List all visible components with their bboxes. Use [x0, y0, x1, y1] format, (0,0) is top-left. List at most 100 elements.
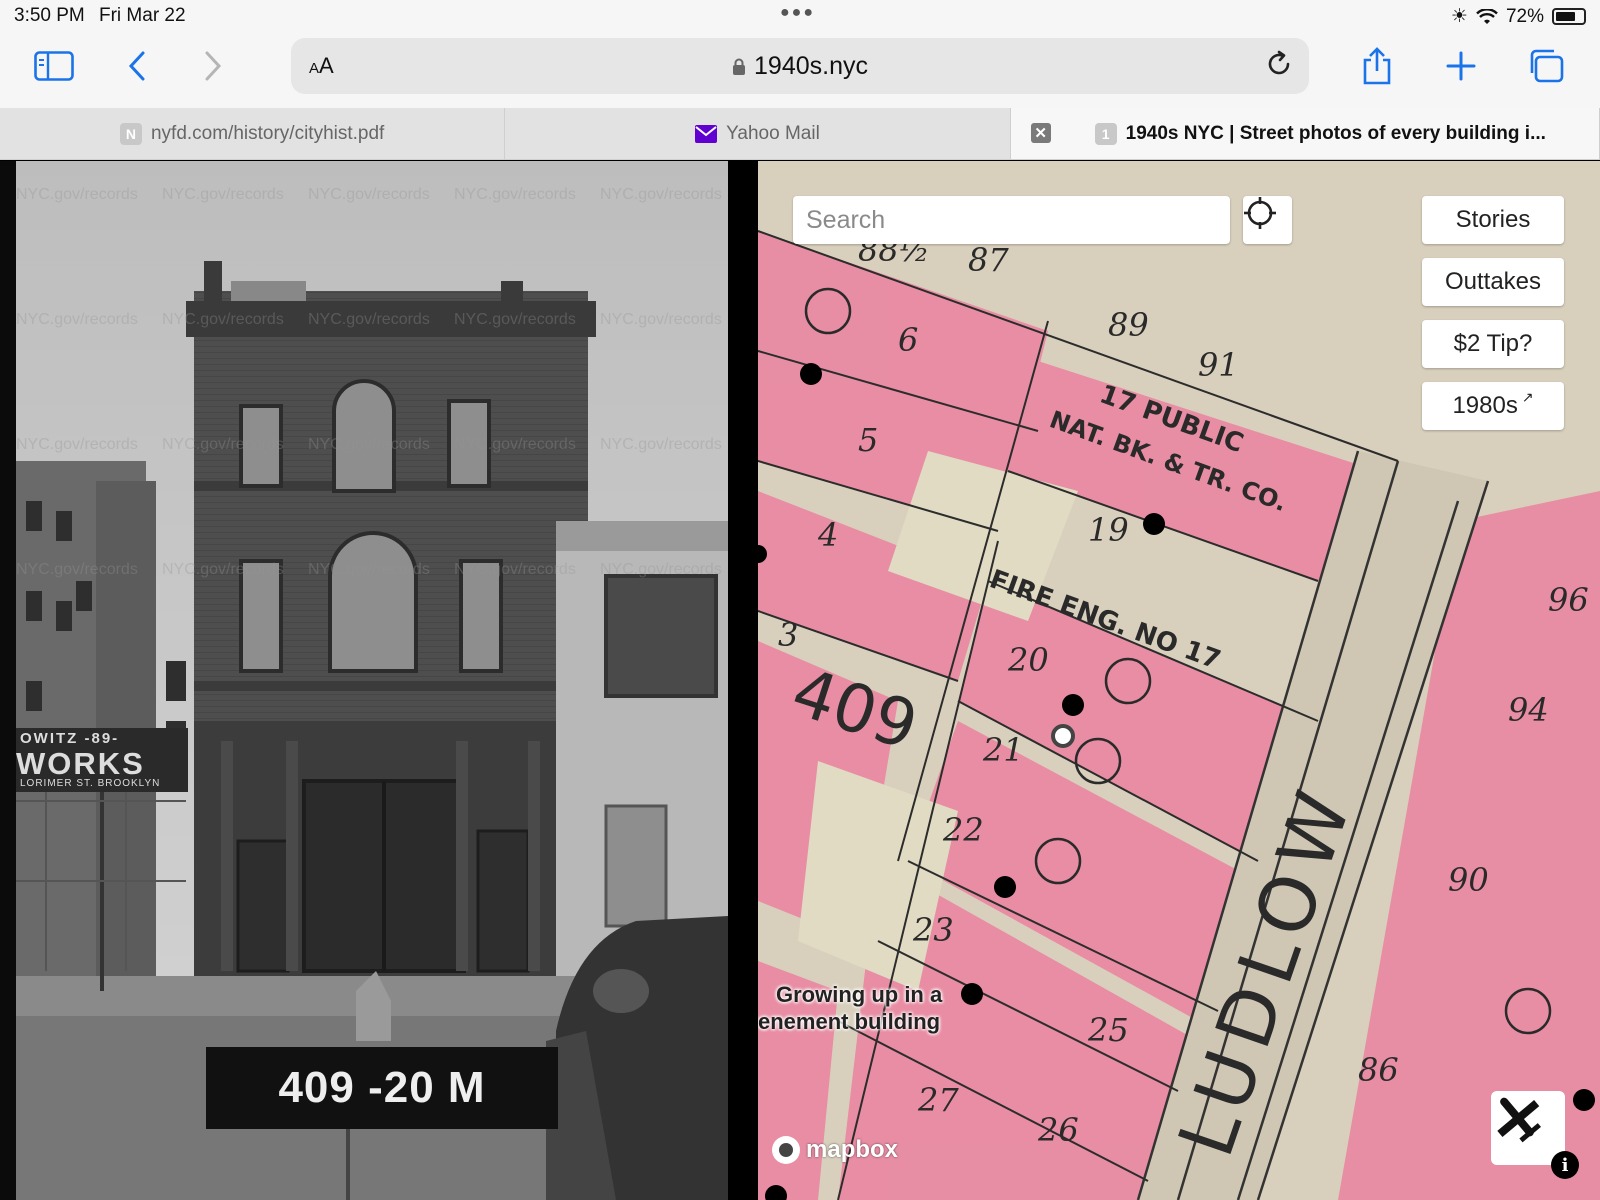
photo-watermark: NYC.gov/records	[600, 186, 722, 203]
story-label-line1: Growing up in a	[776, 982, 943, 1007]
info-icon[interactable]: i	[1551, 1151, 1579, 1179]
aerial-view-button[interactable]	[1491, 1091, 1565, 1165]
photo-watermark: NYC.gov/records	[162, 186, 284, 203]
story-map-label[interactable]: Growing up in a enement building	[758, 981, 942, 1035]
tab-favicon: 1	[1094, 122, 1117, 145]
photo-watermark: NYC.gov/records	[162, 436, 284, 453]
building-marker	[1062, 694, 1084, 716]
photo-watermark: NYC.gov/records	[162, 561, 284, 578]
back-button[interactable]	[112, 42, 162, 90]
mapbox-text: mapbox	[806, 1136, 899, 1163]
battery-fill	[1556, 12, 1575, 21]
status-right: ☀ 72%	[1451, 5, 1586, 28]
tab-bar: N nyfd.com/history/cityhist.pdf Yahoo Ma…	[0, 108, 1600, 160]
chevron-left-icon	[128, 51, 145, 81]
lot-label: 94	[1508, 691, 1549, 729]
battery-percent: 72%	[1505, 5, 1544, 27]
map-view[interactable]: 88½ 87 89 91 6 5 4 3 19 20 21 22 23 27 2…	[758, 161, 1600, 1200]
photo-watermark: NYC.gov/records	[308, 561, 430, 578]
mapbox-logo-icon	[772, 1136, 800, 1164]
lot-label: 20	[1007, 641, 1049, 679]
tab-label: nyfd.com/history/cityhist.pdf	[150, 122, 385, 144]
lot-label: 23	[912, 911, 954, 949]
envelope-icon	[695, 124, 718, 143]
lot-label: 27	[917, 1081, 959, 1119]
photo-watermark: NYC.gov/records	[454, 561, 576, 578]
reload-icon[interactable]	[1265, 50, 1293, 85]
photo-watermark: NYC.gov/records	[16, 311, 138, 328]
eighties-button[interactable]: 1980s ↗	[1422, 382, 1564, 430]
status-time: 3:50 PM	[14, 5, 85, 26]
multitasking-dots-icon[interactable]: ●●●	[780, 4, 815, 22]
tab-label: Yahoo Mail	[726, 122, 820, 144]
lot-label: 6	[898, 321, 918, 359]
tab-nyfd[interactable]: N nyfd.com/history/cityhist.pdf	[0, 108, 506, 159]
sign-top-text: OWITZ -89-	[20, 730, 120, 747]
photo-watermark: NYC.gov/records	[16, 436, 138, 453]
tab-favicon: N	[119, 122, 142, 145]
lot-label: 25	[1087, 1011, 1129, 1049]
photo-watermark: NYC.gov/records	[16, 186, 138, 203]
share-button[interactable]	[1352, 42, 1402, 90]
locate-button[interactable]	[1243, 196, 1292, 244]
stories-button[interactable]: Stories	[1422, 196, 1564, 244]
lot-label: 3	[778, 616, 798, 654]
photo-watermark: NYC.gov/records	[16, 561, 138, 578]
story-label-line2: enement building	[758, 1009, 941, 1034]
lot-label: 4	[817, 516, 838, 554]
tip-button[interactable]: $2 Tip?	[1422, 320, 1564, 368]
lot-label: 96	[1548, 581, 1589, 619]
tab-overview-button[interactable]	[1521, 42, 1571, 90]
crosshair-icon	[1244, 197, 1276, 229]
photo-watermark: NYC.gov/records	[308, 436, 430, 453]
lot-label: 90	[1448, 861, 1489, 899]
lot-label: 19	[1088, 511, 1129, 549]
tab-1940s-nyc[interactable]: ✕ 1 1940s NYC | Street photos of every b…	[1010, 108, 1600, 159]
lot-label: 87	[968, 241, 1009, 279]
page-content: OWITZ -89- WORKS LORIMER ST. BROOKLYN NY…	[0, 161, 1600, 1200]
building-marker	[994, 876, 1016, 898]
sign-bottom-text: LORIMER ST. BROOKLYN	[20, 778, 161, 789]
photo-watermark: NYC.gov/records	[600, 311, 722, 328]
photo-watermark: NYC.gov/records	[162, 311, 284, 328]
photo-watermark: NYC.gov/records	[600, 561, 722, 578]
tab-yahoo-mail[interactable]: Yahoo Mail	[505, 108, 1011, 159]
external-link-icon: ↗	[1521, 388, 1534, 405]
wifi-icon	[1476, 8, 1498, 24]
photo-watermark: NYC.gov/records	[600, 436, 722, 453]
photo-watermark: NYC.gov/records	[308, 311, 430, 328]
status-bar: 3:50 PM Fri Mar 22 ●●● ☀ 72%	[0, 0, 1600, 32]
lot-label: 5	[858, 421, 878, 459]
lot-label: 86	[1358, 1051, 1399, 1089]
airplane-icon	[1497, 1097, 1541, 1143]
brightness-icon: ☀	[1450, 6, 1468, 27]
map-search-input[interactable]	[793, 196, 1230, 244]
url-text: 1940s.nyc	[754, 52, 868, 80]
building-marker	[1143, 513, 1165, 535]
panel-divider	[728, 161, 758, 1200]
new-tab-button[interactable]	[1436, 42, 1486, 90]
lot-label: 91	[1198, 346, 1239, 384]
storefront-sign: OWITZ -89- WORKS LORIMER ST. BROOKLYN	[16, 728, 188, 792]
historic-map-tiles: 88½ 87 89 91 6 5 4 3 19 20 21 22 23 27 2…	[758, 161, 1600, 1200]
selected-building-marker	[1051, 724, 1075, 748]
building-marker	[800, 363, 822, 385]
photo-block-lot-label: 409 -20 M	[206, 1047, 558, 1129]
address-bar[interactable]: AA 1940s.nyc	[291, 38, 1309, 94]
forward-button[interactable]	[188, 42, 238, 90]
browser-toolbar: AA 1940s.nyc	[0, 32, 1600, 108]
battery-icon	[1552, 8, 1586, 25]
lot-label: 22	[942, 811, 984, 849]
photo-watermark: NYC.gov/records	[454, 436, 576, 453]
sidebar-toggle-button[interactable]	[29, 42, 79, 90]
outtakes-button[interactable]: Outtakes	[1422, 258, 1564, 306]
status-date: Fri Mar 22	[99, 5, 186, 26]
plus-icon	[1446, 51, 1476, 81]
url-display[interactable]: 1940s.nyc	[291, 52, 1309, 81]
mapbox-attribution[interactable]: mapbox	[772, 1136, 898, 1164]
historic-photo[interactable]: OWITZ -89- WORKS LORIMER ST. BROOKLYN NY…	[16, 161, 728, 1200]
share-icon	[1363, 47, 1391, 85]
chevron-right-icon	[205, 51, 222, 81]
close-icon[interactable]: ✕	[1030, 123, 1051, 143]
sidebar-icon	[34, 51, 74, 81]
